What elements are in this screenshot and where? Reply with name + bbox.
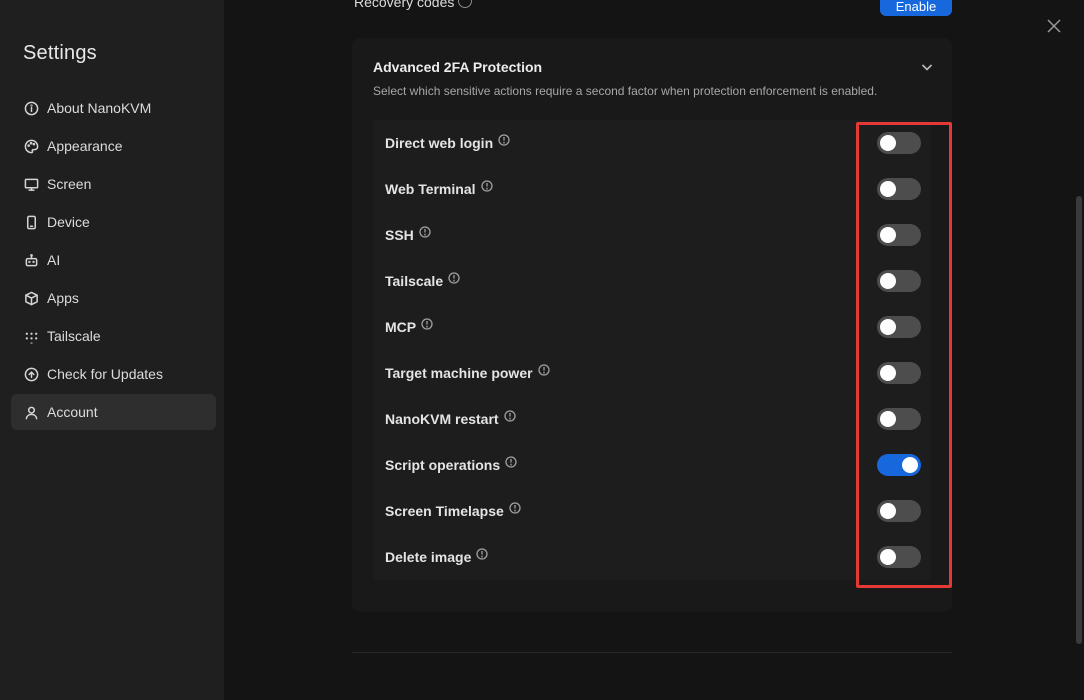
info-icon[interactable] [505,455,517,468]
sidebar-item-label: Screen [47,176,92,192]
info-icon[interactable] [476,547,489,560]
chevron-down-icon[interactable] [920,60,934,74]
action-row: Target machine power [373,350,931,396]
action-row: Screen Timelapse [373,488,931,534]
user-icon [23,404,39,420]
toggle-knob [880,227,896,243]
info-circle-icon [23,100,39,116]
toggle-knob [880,411,896,427]
action-row: SSH [373,212,931,258]
action-row: Delete image [373,534,931,580]
recovery-codes-label: Recovery codes [354,0,455,10]
info-icon[interactable] [537,363,550,376]
action-label: Screen Timelapse [385,503,504,519]
sidebar-item-appearance[interactable]: Appearance [11,128,216,164]
box-icon [23,290,39,306]
recovery-codes-row: Recovery codes Enable [354,0,952,20]
palette-icon [23,138,39,154]
action-label: Target machine power [385,365,533,381]
info-icon[interactable] [421,317,433,330]
action-label: NanoKVM restart [385,411,499,427]
sidebar-item-check-updates[interactable]: Check for Updates [11,356,216,392]
action-row: MCP [373,304,931,350]
info-icon[interactable] [480,179,493,192]
sidebar-item-label: AI [47,252,61,268]
direct-web-login-toggle[interactable] [877,132,921,154]
card-title: Advanced 2FA Protection [373,59,543,75]
sidebar-item-about[interactable]: About NanoKVM [11,90,216,126]
sidebar-title: Settings [23,42,97,64]
action-label: Direct web login [385,135,494,151]
action-row: NanoKVM restart [373,396,931,442]
action-label: MCP [385,319,417,335]
tailscale-toggle[interactable] [877,270,921,292]
toggle-knob [880,503,896,519]
info-icon[interactable] [458,0,472,8]
sidebar-item-label: Device [47,214,90,230]
sidebar-item-label: Apps [47,290,79,306]
delete-image-toggle[interactable] [877,546,921,568]
sidebar-item-apps[interactable]: Apps [11,280,216,316]
sidebar-item-ai[interactable]: AI [11,242,216,278]
action-row: Tailscale [373,258,931,304]
action-label: Web Terminal [385,181,476,197]
screen-timelapse-toggle[interactable] [877,500,921,522]
action-row: Direct web login [373,120,931,166]
toggle-knob [880,365,896,381]
action-label: Script operations [385,457,501,473]
tailscale-icon [23,328,39,344]
sidebar-nav: About NanoKVM Appearance Screen Device A… [11,90,216,432]
target-machine-power-toggle[interactable] [877,362,921,384]
sidebar-item-device[interactable]: Device [11,204,216,240]
sidebar-item-screen[interactable]: Screen [11,166,216,202]
toggle-knob [880,273,896,289]
sidebar-item-tailscale[interactable]: Tailscale [11,318,216,354]
toggle-knob [880,135,896,151]
close-button[interactable] [1046,18,1064,36]
action-row: Script operations [373,442,931,488]
sidebar-item-label: Check for Updates [47,366,163,382]
action-label: SSH [385,227,414,243]
close-icon [1047,19,1061,33]
web-terminal-toggle[interactable] [877,178,921,200]
phone-icon [23,214,39,230]
toggle-knob [880,549,896,565]
action-label: Delete image [385,549,472,565]
toggle-knob [880,319,896,335]
toggle-knob [880,181,896,197]
sidebar-item-account[interactable]: Account [11,394,216,430]
sidebar-item-label: Appearance [47,138,123,154]
scrollbar[interactable] [1076,196,1082,644]
arrow-up-circle-icon [23,366,39,382]
mcp-toggle[interactable] [877,316,921,338]
info-icon[interactable] [419,225,431,238]
nanokvm-restart-toggle[interactable] [877,408,921,430]
card-description: Select which sensitive actions require a… [373,84,878,98]
settings-window: Settings About NanoKVM Appearance Screen [0,0,1084,700]
monitor-icon [23,176,39,192]
action-label: Tailscale [385,273,444,289]
divider [352,652,952,653]
script-operations-toggle[interactable] [877,454,921,476]
advanced-2fa-card: Advanced 2FA Protection Select which sen… [352,38,952,612]
protected-actions-list: Direct web login Web Terminal SSH Tailsc… [373,120,931,580]
settings-content: Recovery codes Enable Advanced 2FA Prote… [224,0,1084,700]
sidebar: Settings About NanoKVM Appearance Screen [0,0,224,700]
info-icon[interactable] [448,271,460,284]
action-row: Web Terminal [373,166,931,212]
ssh-toggle[interactable] [877,224,921,246]
sidebar-item-label: Tailscale [47,328,101,344]
info-icon[interactable] [509,501,521,514]
info-icon[interactable] [503,409,516,422]
sidebar-item-label: Account [47,404,98,420]
enable-button[interactable]: Enable [880,0,952,16]
toggle-knob [902,457,918,473]
robot-icon [23,252,39,268]
info-icon[interactable] [498,133,510,146]
sidebar-item-label: About NanoKVM [47,100,152,116]
